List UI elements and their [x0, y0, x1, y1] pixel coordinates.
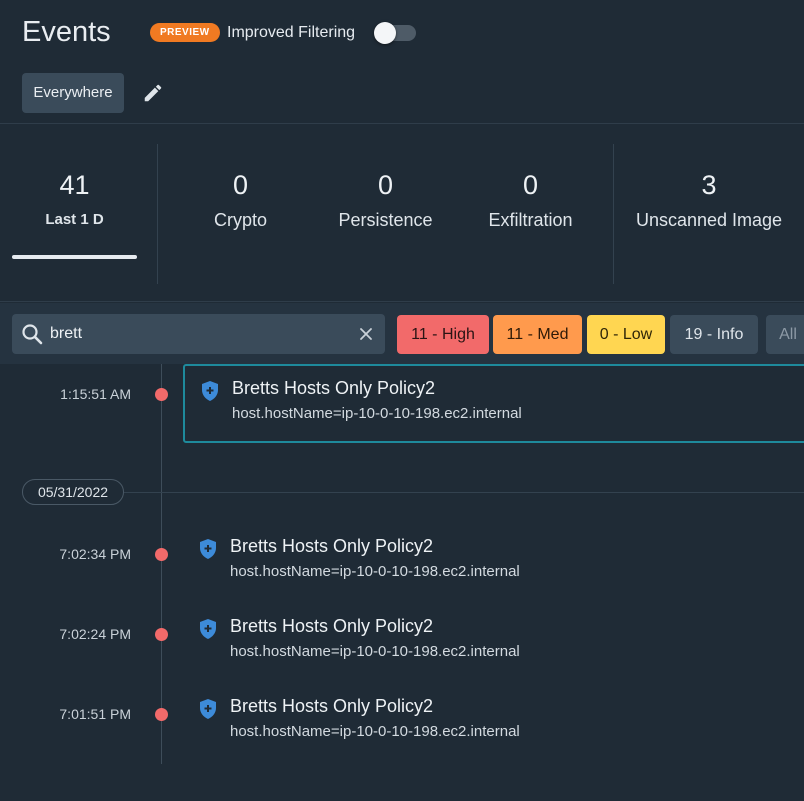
filter-chip-all[interactable]: All: [766, 315, 804, 354]
stat-label: Exfiltration: [488, 210, 573, 230]
stat-crypto[interactable]: 0 Crypto: [168, 124, 313, 302]
improved-filtering-toggle[interactable]: [374, 22, 416, 44]
event-card[interactable]: Bretts Hosts Only Policy2 host.hostName=…: [183, 684, 804, 762]
stat-label: Unscanned Image: [635, 210, 783, 230]
filter-chip-med[interactable]: 11 - Med: [493, 315, 582, 354]
event-time: 7:01:51 PM: [59, 706, 131, 722]
stat-count: 3: [701, 170, 717, 200]
event-detail: host.hostName=ip-10-0-10-198.ec2.interna…: [230, 563, 520, 580]
improved-filtering-label: Improved Filtering: [227, 24, 356, 41]
filter-chip-low[interactable]: 0 - Low: [587, 315, 665, 354]
shield-plus-icon: [202, 381, 218, 401]
severity-dot: [155, 628, 168, 641]
search-box[interactable]: [12, 314, 385, 354]
stat-count: 0: [232, 170, 249, 200]
close-icon[interactable]: [358, 326, 374, 342]
stat-count: 0: [522, 170, 539, 200]
event-title: Bretts Hosts Only Policy2: [230, 536, 434, 556]
shield-plus-icon: [200, 619, 216, 639]
event-time: 1:15:51 AM: [60, 386, 131, 402]
divider: [613, 144, 614, 284]
search-input[interactable]: [50, 314, 350, 354]
pencil-icon[interactable]: [142, 82, 164, 104]
active-tab-indicator: [12, 255, 137, 259]
event-detail: host.hostName=ip-10-0-10-198.ec2.interna…: [230, 723, 520, 740]
filter-bar: 11 - High 11 - Med 0 - Low 19 - Info All: [0, 303, 804, 364]
event-title: Bretts Hosts Only Policy2: [230, 616, 434, 636]
date-divider: 05/31/2022: [22, 479, 124, 505]
stat-label: Last 1 D: [45, 211, 104, 228]
shield-plus-icon: [200, 539, 216, 559]
stat-label: Crypto: [213, 210, 267, 230]
event-row: 7:01:51 PM Bretts Hosts Only Policy2 hos…: [0, 690, 804, 750]
severity-dot: [155, 548, 168, 561]
severity-dot: [155, 708, 168, 721]
event-time: 7:02:34 PM: [59, 546, 131, 562]
event-row: 7:02:34 PM Bretts Hosts Only Policy2 hos…: [0, 530, 804, 590]
event-card[interactable]: Bretts Hosts Only Policy2 host.hostName=…: [183, 364, 804, 443]
event-detail: host.hostName=ip-10-0-10-198.ec2.interna…: [232, 405, 522, 422]
stat-exfiltration[interactable]: 0 Exfiltration: [458, 124, 603, 302]
event-time: 7:02:24 PM: [59, 626, 131, 642]
stat-unscanned-image[interactable]: 3 Unscanned Image: [624, 124, 794, 302]
stat-count: 0: [377, 170, 394, 200]
preview-badge: PREVIEW: [150, 23, 220, 42]
stat-label: Persistence: [338, 210, 433, 230]
divider: [157, 144, 158, 284]
event-row: 1:15:51 AM Bretts Hosts Only Policy2 hos…: [0, 364, 804, 443]
event-stats: 41 Last 1 D 0 Crypto 0 Persistence 0 Exf…: [0, 124, 804, 302]
shield-plus-icon: [200, 699, 216, 719]
scope-button[interactable]: Everywhere: [22, 73, 124, 113]
filter-chip-high[interactable]: 11 - High: [397, 315, 489, 354]
stat-last-1d[interactable]: 41 Last 1 D: [12, 124, 137, 302]
event-card[interactable]: Bretts Hosts Only Policy2 host.hostName=…: [183, 604, 804, 682]
severity-dot: [155, 388, 168, 401]
stat-persistence[interactable]: 0 Persistence: [313, 124, 458, 302]
header: Events PREVIEW Improved Filtering Everyw…: [0, 0, 804, 124]
event-row: 7:02:24 PM Bretts Hosts Only Policy2 hos…: [0, 610, 804, 670]
events-timeline: 1:15:51 AM Bretts Hosts Only Policy2 hos…: [0, 364, 804, 801]
event-detail: host.hostName=ip-10-0-10-198.ec2.interna…: [230, 643, 520, 660]
event-title: Bretts Hosts Only Policy2: [230, 696, 434, 716]
search-icon: [22, 324, 43, 345]
date-divider-line: [124, 492, 804, 493]
event-card[interactable]: Bretts Hosts Only Policy2 host.hostName=…: [183, 524, 804, 602]
toggle-knob: [374, 22, 396, 44]
stat-count: 41: [59, 170, 90, 200]
filter-chip-info[interactable]: 19 - Info: [670, 315, 758, 354]
event-title: Bretts Hosts Only Policy2: [232, 378, 436, 398]
page-title: Events: [22, 16, 111, 48]
